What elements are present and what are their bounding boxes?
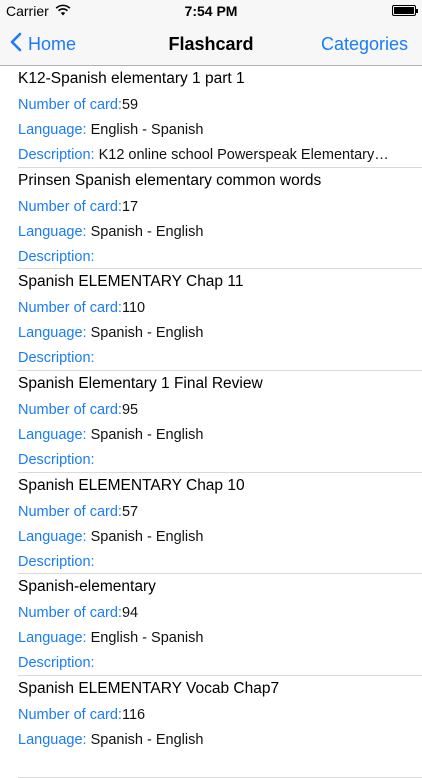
description-label: Description:	[18, 350, 95, 367]
flashcard-row[interactable]: Spanish-elementary Number of card:94 Lan…	[0, 574, 422, 676]
language-row: Language: English - Spanish	[18, 122, 203, 138]
flashcard-title: K12-Spanish elementary 1 part 1	[18, 70, 245, 87]
description-label: Description:	[18, 553, 95, 570]
description-label: Description:	[18, 248, 95, 265]
flashcard-row[interactable]: Prinsen Spanish elementary common words …	[0, 168, 422, 270]
flashcard-row[interactable]: Spanish Elementary 1 Final Review Number…	[0, 371, 422, 473]
categories-button[interactable]: Categories	[321, 22, 408, 66]
status-time: 7:54 PM	[184, 3, 238, 19]
card-count-row: Number of card:95	[18, 402, 138, 418]
card-count-label: Number of card:	[18, 198, 122, 215]
description-label: Description:	[18, 452, 95, 469]
card-count-label: Number of card:	[18, 605, 122, 622]
flashcard-title: Spanish-elementary	[18, 578, 156, 596]
language-label: Language:	[18, 630, 87, 647]
language-row: Language: Spanish - English	[18, 529, 203, 545]
card-count-label: Number of card:	[18, 402, 122, 419]
language-row: Language: English - Spanish	[18, 630, 203, 646]
card-count-row: Number of card:57	[18, 504, 138, 520]
card-count-value: 57	[121, 503, 139, 520]
description-label: Description:	[18, 147, 95, 163]
back-button[interactable]: Home	[10, 22, 76, 66]
card-count-value: 95	[121, 402, 139, 419]
flashcard-title: Spanish ELEMENTARY Chap 11	[18, 273, 244, 291]
flashcard-title: Prinsen Spanish elementary common words	[18, 171, 322, 189]
card-count-value: 59	[121, 97, 139, 113]
card-count-row: Number of card:94	[18, 605, 138, 621]
flashcard-row[interactable]: Spanish ELEMENTARY Chap 10 Number of car…	[0, 473, 422, 575]
card-count-row: Number of card:110	[18, 300, 145, 316]
flashcard-list: K12-Spanish elementary 1 part 1 Number o…	[0, 66, 422, 778]
language-label: Language:	[18, 732, 87, 749]
flashcard-row[interactable]: Spanish ELEMENTARY Vocab Chap7 Number of…	[0, 676, 422, 778]
description-row: Description:	[18, 249, 95, 265]
card-count-label: Number of card:	[18, 503, 122, 520]
battery-icon	[392, 5, 418, 16]
description-row: Description:	[18, 655, 95, 671]
language-label: Language:	[18, 223, 87, 240]
card-count-row: Number of card:59	[18, 97, 138, 113]
card-count-row: Number of card:116	[18, 707, 145, 723]
language-row: Language: Spanish - English	[18, 427, 203, 443]
card-count-label: Number of card:	[18, 97, 122, 113]
description-row: Description:	[18, 350, 95, 366]
language-row: Language: Spanish - English	[18, 224, 203, 240]
card-count-value: 116	[121, 707, 146, 724]
flashcard-title: Spanish Elementary 1 Final Review	[18, 375, 263, 393]
language-value: Spanish - English	[90, 223, 204, 240]
flashcard-row[interactable]: K12-Spanish elementary 1 part 1 Number o…	[0, 66, 422, 168]
language-value: Spanish - English	[90, 325, 204, 342]
description-value: K12 online school Powerspeak Elementary…	[98, 147, 389, 163]
description-row: Description:	[18, 452, 95, 468]
status-bar: Carrier 7:54 PM	[0, 0, 422, 22]
flashcard-title: Spanish ELEMENTARY Chap 10	[18, 476, 245, 494]
card-count-label: Number of card:	[18, 300, 122, 317]
card-count-value: 94	[121, 605, 139, 622]
language-value: Spanish - English	[90, 528, 204, 545]
language-row: Language: Spanish - English	[18, 325, 203, 341]
card-count-value: 110	[121, 300, 146, 317]
language-label: Language:	[18, 427, 87, 444]
navigation-bar: Home Flashcard Categories	[0, 22, 422, 66]
card-count-value: 17	[121, 198, 139, 215]
language-row: Language: Spanish - English	[18, 732, 203, 748]
language-value: English - Spanish	[90, 122, 204, 138]
card-count-row: Number of card:17	[18, 199, 138, 215]
language-value: Spanish - English	[90, 427, 204, 444]
language-value: Spanish - English	[90, 732, 204, 749]
flashcard-row[interactable]: Spanish ELEMENTARY Chap 11 Number of car…	[0, 269, 422, 371]
language-label: Language:	[18, 528, 87, 545]
description-row: Description:	[18, 554, 95, 570]
language-label: Language:	[18, 122, 87, 138]
language-value: English - Spanish	[90, 630, 204, 647]
card-count-label: Number of card:	[18, 707, 122, 724]
description-row: Description: K12 online school Powerspea…	[18, 147, 389, 163]
language-label: Language:	[18, 325, 87, 342]
flashcard-title: Spanish ELEMENTARY Vocab Chap7	[18, 680, 280, 698]
chevron-left-icon	[10, 32, 22, 57]
description-label: Description:	[18, 655, 95, 672]
back-button-label: Home	[28, 33, 77, 54]
